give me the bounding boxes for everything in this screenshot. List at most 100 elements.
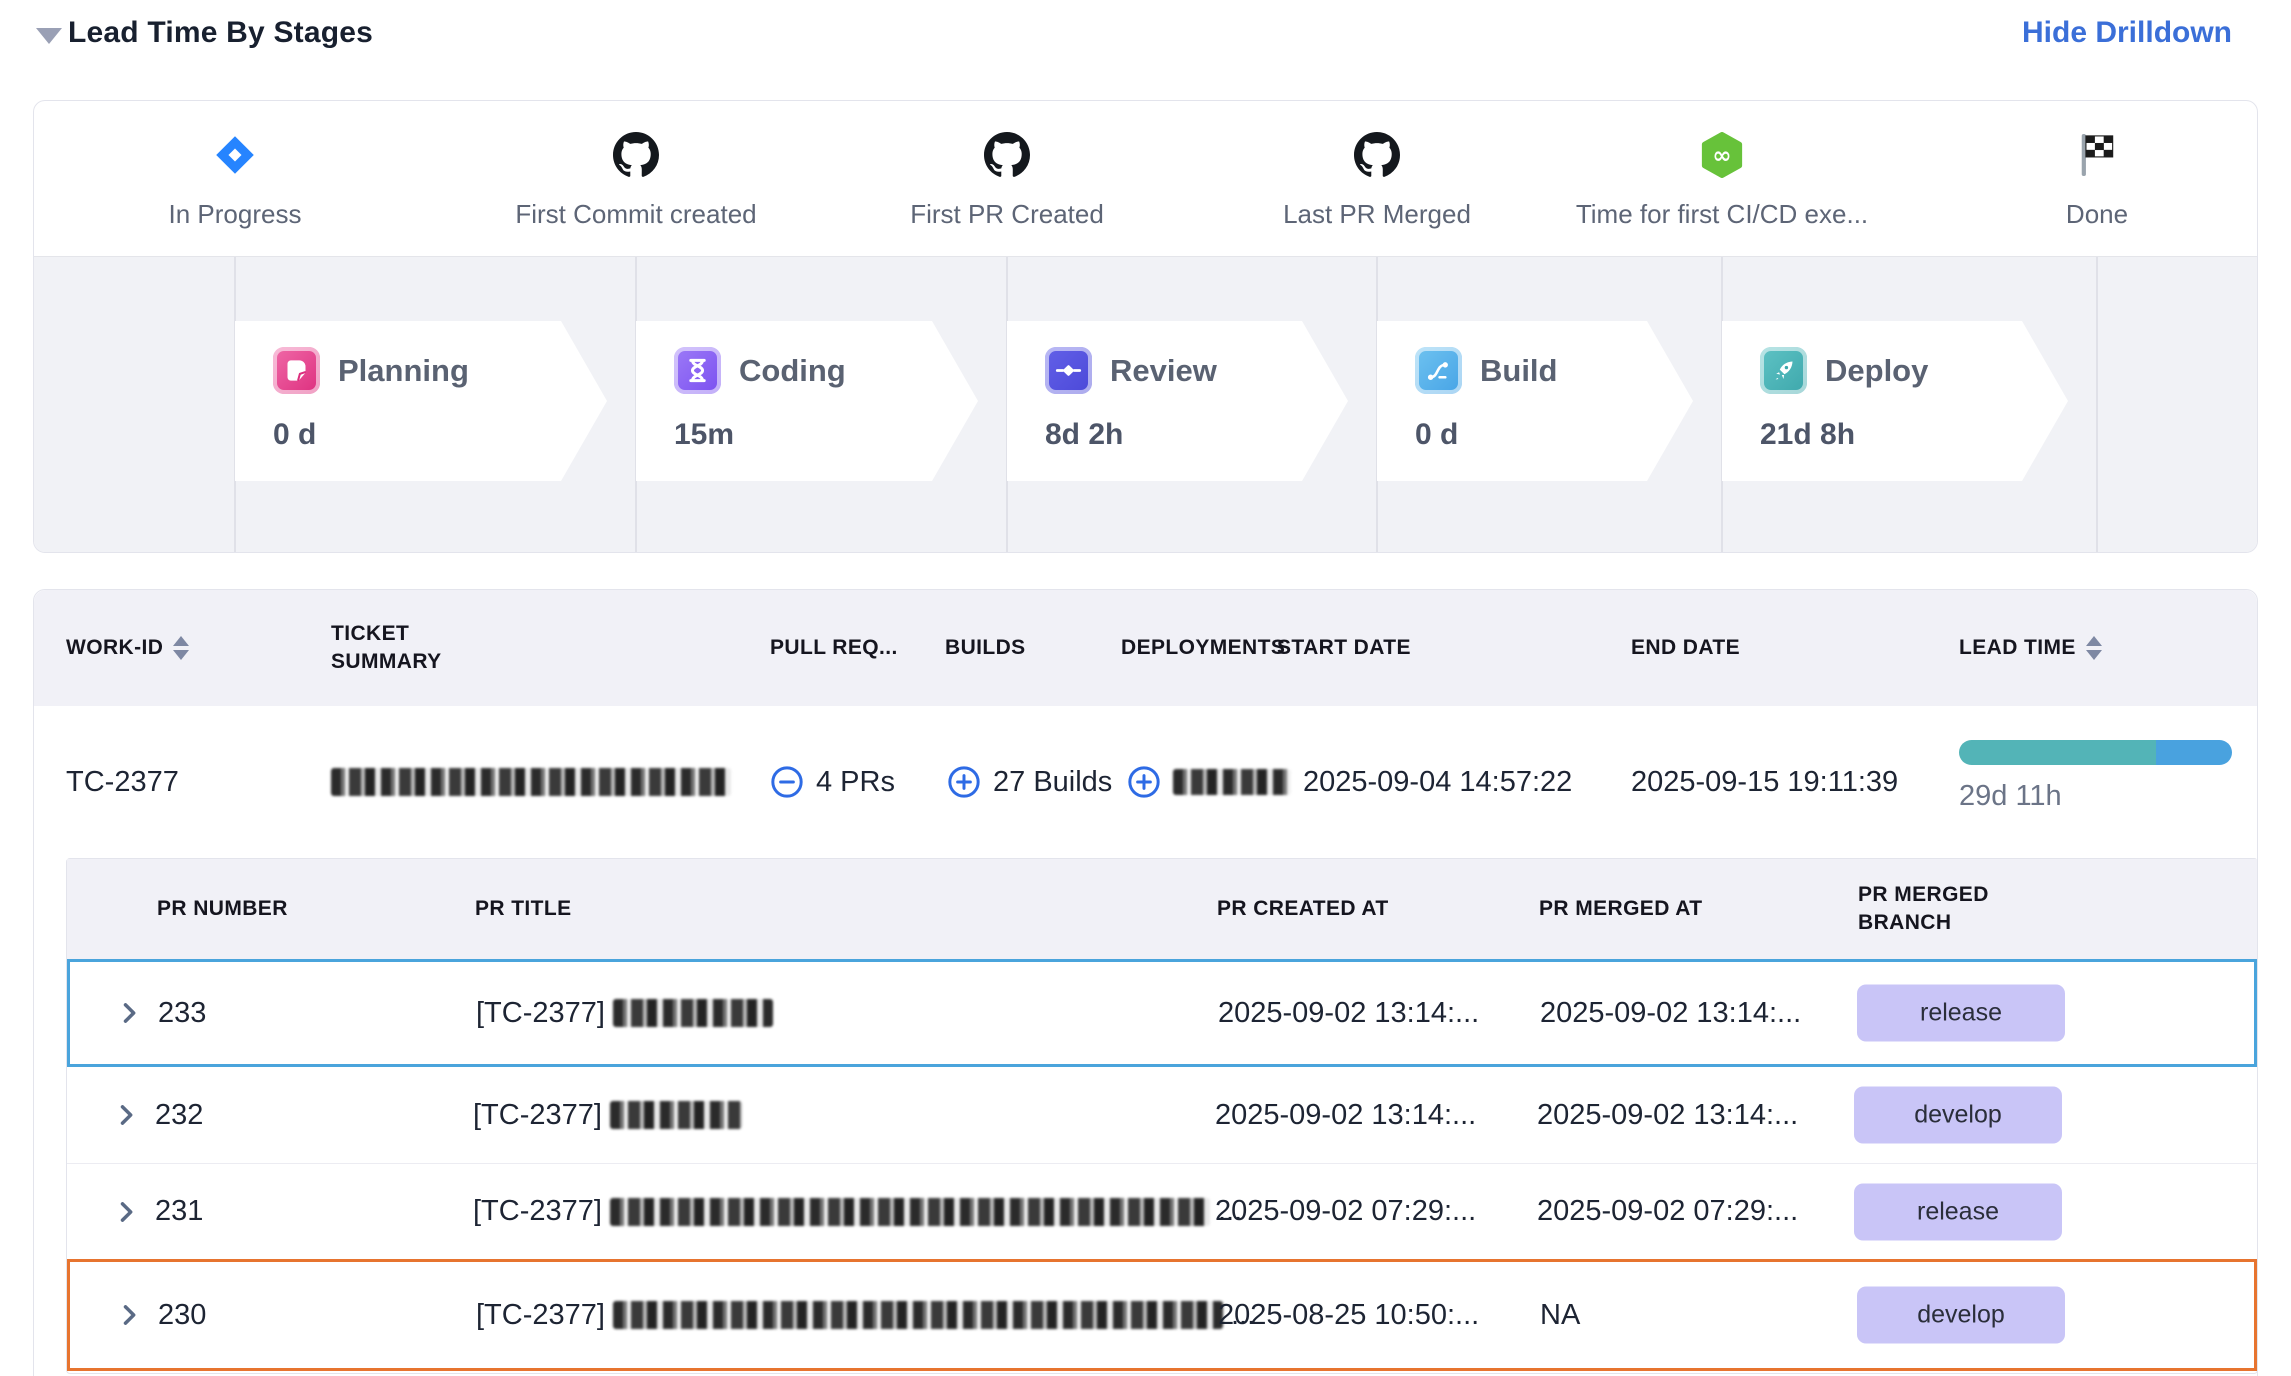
ticket-summary-cell xyxy=(331,706,731,858)
hide-drilldown-link[interactable]: Hide Drilldown xyxy=(2022,16,2232,50)
branch-badge[interactable]: release xyxy=(1854,1183,2062,1240)
redacted-text xyxy=(1173,769,1291,795)
milestone-label: First Commit created xyxy=(426,199,846,230)
pipeline-curve-icon xyxy=(1415,347,1462,394)
pr-title: [TC-2377] ... xyxy=(476,1262,1255,1368)
column-divider xyxy=(2096,257,2098,553)
row-expand-caret[interactable] xyxy=(115,962,143,1064)
stage-chevron-planning[interactable]: Planning 0 d xyxy=(235,321,607,481)
pr-created-at: 2025-09-02 13:14:... xyxy=(1218,962,1479,1064)
milestone-cicd: ∞ Time for first CI/CD exe... xyxy=(1512,129,1932,230)
col-work-id[interactable]: WORK-ID xyxy=(66,590,189,706)
deployments-cell xyxy=(1127,706,1291,858)
row-expand-caret[interactable] xyxy=(112,1164,140,1259)
pr-table: PR NUMBER PR TITLE PR CREATED AT PR MERG… xyxy=(66,858,2258,1374)
checkered-flag-icon xyxy=(2076,129,2118,181)
stage-chevron-coding[interactable]: Coding 15m xyxy=(636,321,978,481)
milestone-label: Time for first CI/CD exe... xyxy=(1512,199,1932,230)
pr-created-at: 2025-08-25 10:50:... xyxy=(1218,1262,1479,1368)
pr-title: [TC-2377] xyxy=(473,1067,750,1163)
lead-time-bar-segment-teal xyxy=(1959,740,2156,765)
stage-chevron-review[interactable]: Review 8d 2h xyxy=(1007,321,1348,481)
branch-badge[interactable]: release xyxy=(1857,985,2065,1042)
expand-builds-button[interactable] xyxy=(947,765,981,799)
col-pull-requests: PULL REQ... xyxy=(770,590,898,706)
row-expand-caret[interactable] xyxy=(112,1067,140,1163)
github-icon xyxy=(1354,129,1400,181)
pr-count-label: 4 PRs xyxy=(816,766,895,799)
sort-icon[interactable] xyxy=(2086,636,2102,660)
section-header: Lead Time By Stages Hide Drilldown xyxy=(0,0,2291,72)
expand-deployments-button[interactable] xyxy=(1127,765,1161,799)
chevron-right-icon xyxy=(112,1198,140,1226)
stage-name: Planning xyxy=(338,353,469,389)
stage-duration: 15m xyxy=(674,418,978,452)
chevron-right-icon xyxy=(112,1101,140,1129)
stage-duration: 0 d xyxy=(273,418,607,452)
stage-duration: 0 d xyxy=(1415,418,1693,452)
row-expand-caret[interactable] xyxy=(115,1262,143,1368)
stage-chevron-build[interactable]: Build 0 d xyxy=(1377,321,1693,481)
redacted-text xyxy=(613,999,773,1027)
col-label: WORK-ID xyxy=(66,636,163,660)
col-label: TICKET SUMMARY xyxy=(331,620,491,677)
col-pr-merged-at: PR MERGED AT xyxy=(1539,859,1702,959)
pr-title: [TC-2377] ... xyxy=(473,1164,1242,1259)
pr-row-230[interactable]: 230 [TC-2377] ... 2025-08-25 10:50:... N… xyxy=(67,1259,2257,1371)
stage-name: Deploy xyxy=(1825,353,1928,389)
chevron-right-icon xyxy=(115,999,143,1027)
col-pr-title: PR TITLE xyxy=(475,859,572,959)
col-builds: BUILDS xyxy=(945,590,1026,706)
lead-time-value: 29d 11h xyxy=(1959,780,2062,813)
milestone-first-commit: First Commit created xyxy=(426,129,846,230)
col-label: PULL REQ... xyxy=(770,636,898,660)
stages-panel: In Progress First Commit created First P… xyxy=(33,100,2258,553)
pr-title-prefix: [TC-2377] xyxy=(476,997,605,1030)
col-label: BUILDS xyxy=(945,636,1026,660)
col-label: END DATE xyxy=(1631,636,1740,660)
redacted-text xyxy=(331,768,731,796)
col-label: DEPLOYMENTS xyxy=(1121,636,1285,660)
cicd-infinity-icon: ∞ xyxy=(1699,129,1745,181)
work-id-cell: TC-2377 xyxy=(66,706,179,858)
stage-chevron-deploy[interactable]: Deploy 21d 8h xyxy=(1722,321,2068,481)
col-end-date: END DATE xyxy=(1631,590,1740,706)
pr-row-231[interactable]: 231 [TC-2377] ... 2025-09-02 07:29:... 2… xyxy=(67,1163,2257,1259)
col-pr-number: PR NUMBER xyxy=(157,859,288,959)
col-start-date: START DATE xyxy=(1277,590,1411,706)
milestone-label: First PR Created xyxy=(797,199,1217,230)
milestone-label: In Progress xyxy=(33,199,445,230)
branch-badge[interactable]: develop xyxy=(1854,1087,2062,1144)
col-deployments: DEPLOYMENTS xyxy=(1121,590,1285,706)
pr-row-232[interactable]: 232 [TC-2377] 2025-09-02 13:14:... 2025-… xyxy=(67,1067,2257,1163)
work-item-row: TC-2377 4 PRs 27 Builds xyxy=(34,706,2257,858)
col-pr-created-at: PR CREATED AT xyxy=(1217,859,1389,959)
start-date-cell: 2025-09-04 14:57:22 xyxy=(1303,706,1572,858)
pr-merged-at: NA xyxy=(1540,1262,1580,1368)
stage-name: Coding xyxy=(739,353,846,389)
collapse-caret-icon[interactable] xyxy=(36,28,62,44)
pr-row-233[interactable]: 233 [TC-2377] 2025-09-02 13:14:... 2025-… xyxy=(67,959,2257,1067)
col-lead-time[interactable]: LEAD TIME xyxy=(1959,590,2102,706)
page-title: Lead Time By Stages xyxy=(68,16,373,50)
pr-number: 230 xyxy=(158,1262,206,1368)
pr-table-header: PR NUMBER PR TITLE PR CREATED AT PR MERG… xyxy=(67,859,2257,959)
builds-count-label: 27 Builds xyxy=(993,766,1112,799)
sort-icon[interactable] xyxy=(173,636,189,660)
chevron-right-icon xyxy=(115,1301,143,1329)
stage-name: Build xyxy=(1480,353,1558,389)
pr-number: 233 xyxy=(158,962,206,1064)
milestone-in-progress: In Progress xyxy=(33,129,445,230)
pr-merged-at: 2025-09-02 13:14:... xyxy=(1540,962,1801,1064)
redacted-text xyxy=(610,1198,1210,1226)
end-date-cell: 2025-09-15 19:11:39 xyxy=(1631,706,1898,858)
redacted-text xyxy=(613,1301,1223,1329)
work-table-header: WORK-ID TICKET SUMMARY PULL REQ... BUILD… xyxy=(34,590,2257,706)
planning-icon xyxy=(273,347,320,394)
branch-badge[interactable]: develop xyxy=(1857,1287,2065,1344)
pr-number: 232 xyxy=(155,1067,203,1163)
pr-title-prefix: [TC-2377] xyxy=(473,1099,602,1132)
svg-text:∞: ∞ xyxy=(1712,143,1731,169)
collapse-prs-button[interactable] xyxy=(770,765,804,799)
stage-duration: 8d 2h xyxy=(1045,418,1348,452)
